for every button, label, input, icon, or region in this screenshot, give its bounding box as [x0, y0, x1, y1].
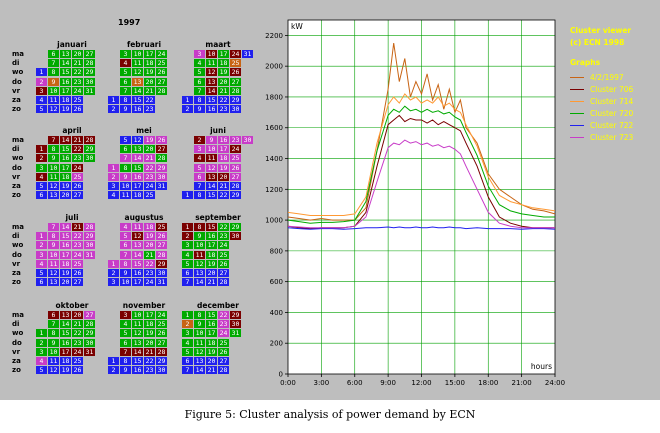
y-tick-label: 600: [270, 278, 283, 286]
x-tick-label: 0:00: [280, 379, 296, 387]
y-tick-label: 800: [270, 247, 283, 255]
y-tick-label: 1200: [265, 186, 283, 194]
y-tick-label: 2200: [265, 32, 283, 40]
x-tick-label: 6:00: [347, 379, 363, 387]
y-tick-label: 200: [270, 340, 283, 348]
y-tick-label: 0: [279, 371, 283, 379]
y-tick-label: 1600: [265, 124, 283, 132]
y-tick-label: 1800: [265, 93, 283, 101]
y-tick-label: 2000: [265, 63, 283, 71]
y-tick-label: 1000: [265, 217, 283, 225]
x-tick-label: 15:00: [445, 379, 465, 387]
load-chart: 0 200 400 600 800 1000 1200 1400 1600 1800 2000 220…: [265, 19, 565, 387]
x-tick-label: 3:00: [314, 379, 330, 387]
y-axis-label: kW: [291, 22, 303, 31]
x-tick-label: 12:00: [411, 379, 431, 387]
x-tick-label: 18:00: [478, 379, 498, 387]
x-axis-label: hours: [531, 362, 552, 371]
x-tick-label: 21:00: [512, 379, 532, 387]
y-tick-label: 1400: [265, 155, 283, 163]
x-tick-label: 24:00: [545, 379, 565, 387]
x-tick-label: 9:00: [380, 379, 396, 387]
figure-caption: Figure 5: Cluster analysis of power dema…: [184, 408, 476, 421]
y-tick-label: 400: [270, 309, 283, 317]
